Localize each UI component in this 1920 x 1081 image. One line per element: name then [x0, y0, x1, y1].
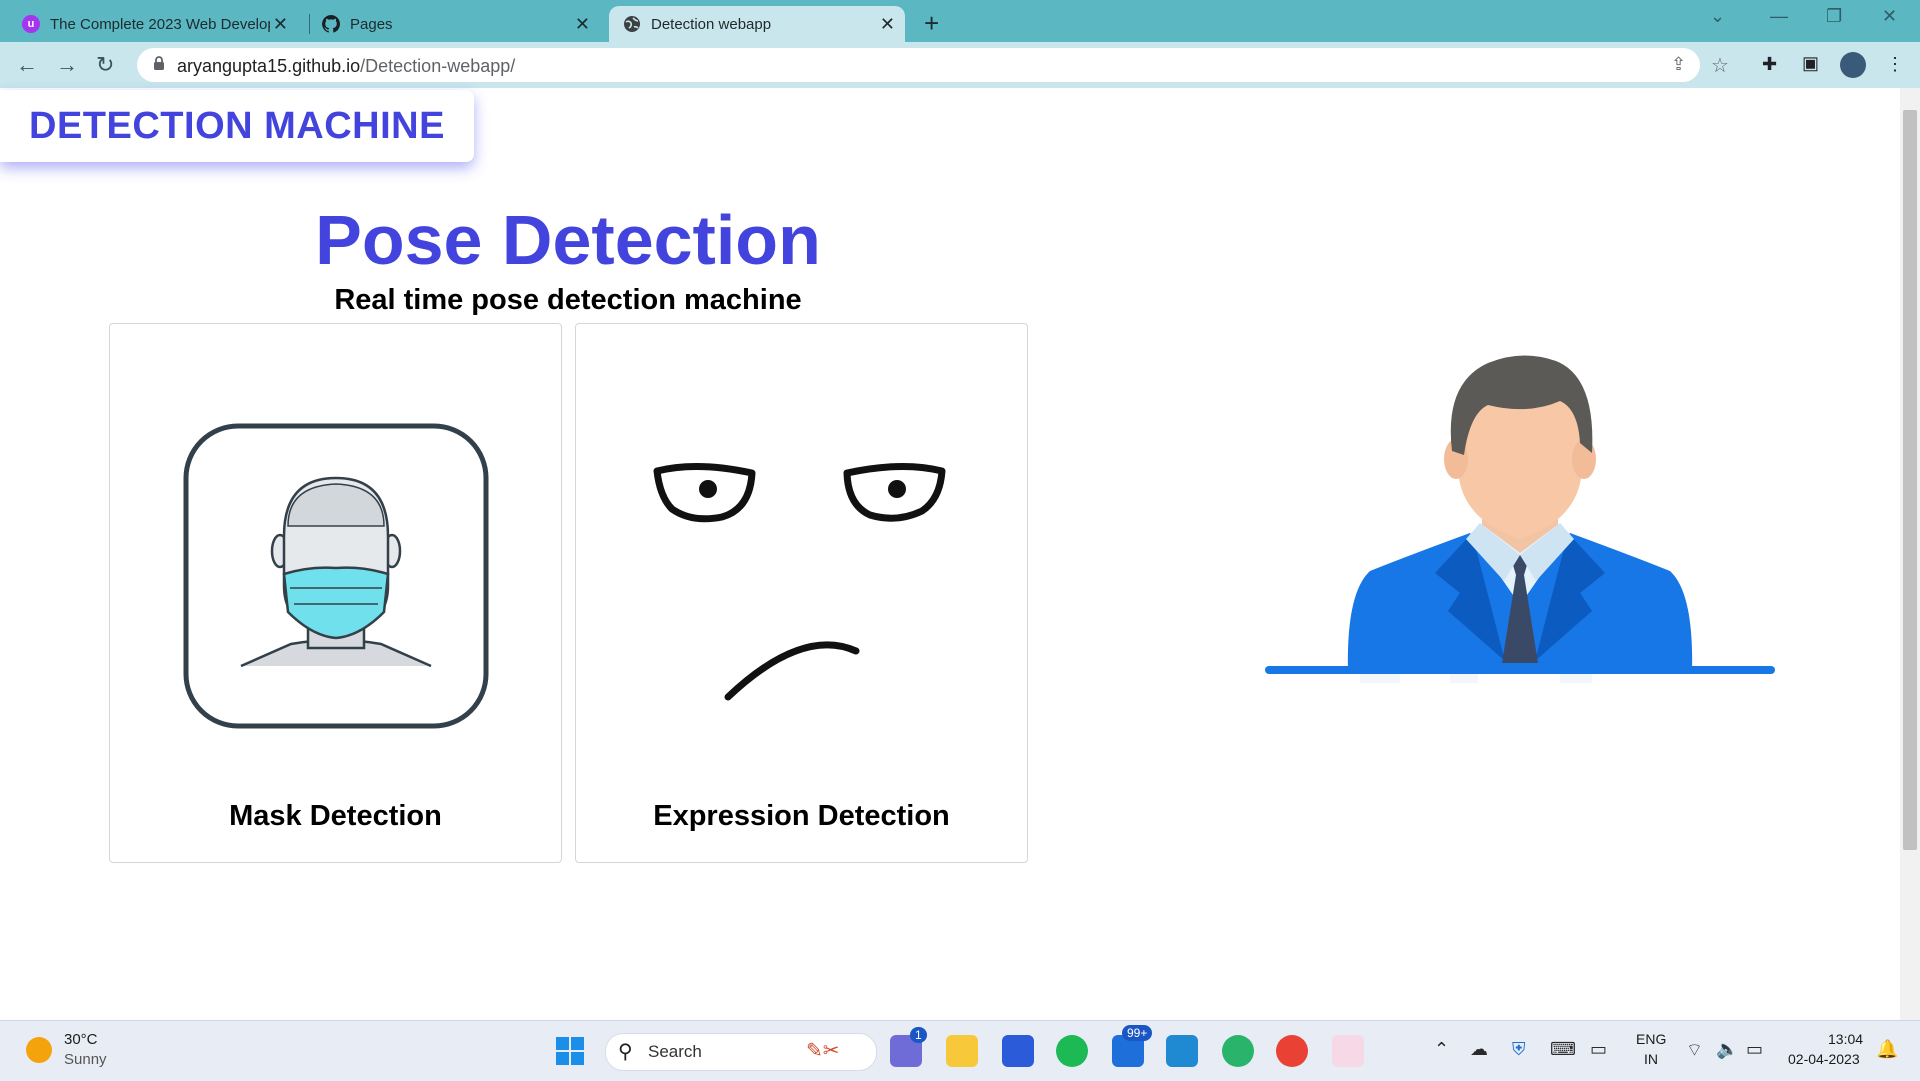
- tab-separator: [309, 14, 310, 34]
- reload-icon[interactable]: ↻: [96, 52, 114, 78]
- globe-icon: [624, 16, 640, 32]
- brand-text: DETECTION MACHINE: [29, 104, 445, 147]
- github-icon: [322, 15, 340, 33]
- page-title: Pose Detection: [315, 201, 821, 279]
- notification-bell-icon[interactable]: 🔔: [1876, 1039, 1898, 1060]
- language-code[interactable]: ENG: [1636, 1031, 1666, 1047]
- search-icon: ⚲: [618, 1041, 633, 1063]
- scrollbar-thumb[interactable]: [1903, 110, 1917, 850]
- weather-sun-icon[interactable]: [26, 1037, 52, 1063]
- brand-logo[interactable]: DETECTION MACHINE: [0, 90, 474, 162]
- chrome-icon[interactable]: [1276, 1035, 1308, 1067]
- windows-start-icon[interactable]: [555, 1036, 585, 1066]
- url-path: /Detection-webapp/: [360, 56, 516, 76]
- new-tab-icon[interactable]: +: [924, 8, 939, 39]
- card-label: Expression Detection: [653, 800, 950, 832]
- language-region: IN: [1644, 1051, 1658, 1067]
- display-icon[interactable]: ▭: [1590, 1039, 1607, 1060]
- tab-udemy[interactable]: u The Complete 2023 Web Develop ✕: [22, 6, 298, 42]
- clock-date: 02-04-2023: [1788, 1051, 1860, 1067]
- keyboard-icon[interactable]: ⌨: [1550, 1039, 1576, 1060]
- address-bar[interactable]: aryangupta15.github.io/Detection-webapp/…: [137, 48, 1729, 82]
- side-panel-icon[interactable]: ▣: [1802, 53, 1819, 74]
- mask-detection-card[interactable]: Mask Detection: [109, 323, 562, 863]
- browser-tab-strip: u The Complete 2023 Web Develop ✕ Pages …: [0, 0, 1920, 42]
- teams-badge: 1: [910, 1027, 927, 1043]
- tab-title: Pages: [350, 15, 393, 33]
- wifi-icon[interactable]: ⌔: [1686, 1039, 1703, 1062]
- restore-icon[interactable]: ❐: [1826, 6, 1842, 27]
- tab-detection-webapp[interactable]: Detection webapp ✕: [609, 6, 905, 42]
- windows-taskbar: 30°C Sunny ⚲ Search ✎✂ 1 99+ ⌃ ☁ ⛨ ⌨ ▭ E…: [0, 1020, 1920, 1081]
- tray-overflow-chevron-icon[interactable]: ⌃: [1434, 1039, 1449, 1060]
- spotify-icon[interactable]: [1056, 1035, 1088, 1067]
- share-icon[interactable]: ⇪: [1671, 54, 1686, 75]
- tab-title: The Complete 2023 Web Develop: [50, 15, 270, 33]
- card-label: Mask Detection: [229, 800, 442, 832]
- tab-close-icon[interactable]: ✕: [575, 15, 590, 33]
- microsoft-store-icon[interactable]: [1002, 1035, 1034, 1067]
- weather-temp: 30°C: [64, 1031, 98, 1048]
- profile-avatar[interactable]: [1840, 52, 1866, 78]
- tab-search-chevron-icon[interactable]: ⌄: [1710, 6, 1725, 27]
- menu-kebab-icon[interactable]: ⋮: [1886, 54, 1904, 75]
- back-icon[interactable]: ←: [16, 52, 38, 78]
- forward-icon[interactable]: →: [56, 52, 78, 78]
- skeptical-face-icon: [653, 463, 946, 701]
- weather-desc: Sunny: [64, 1051, 107, 1068]
- lock-icon: [154, 56, 164, 70]
- page-viewport: DETECTION MACHINE Pose Detection Real ti…: [0, 88, 1900, 1020]
- extensions-puzzle-icon[interactable]: ✚: [1762, 54, 1777, 75]
- search-highlight-icon: ✎✂: [806, 1040, 840, 1062]
- vscode-icon[interactable]: [1166, 1035, 1198, 1067]
- udemy-icon: u: [22, 15, 40, 33]
- tab-close-icon[interactable]: ✕: [273, 15, 288, 33]
- mail-badge: 99+: [1122, 1025, 1153, 1041]
- minimize-icon[interactable]: —: [1770, 6, 1788, 27]
- expression-detection-card[interactable]: Expression Detection: [575, 323, 1028, 863]
- edge-icon[interactable]: [1222, 1035, 1254, 1067]
- volume-icon[interactable]: 🔈: [1716, 1039, 1738, 1060]
- search-label: Search: [648, 1042, 702, 1061]
- tab-github-pages[interactable]: Pages ✕: [322, 6, 600, 42]
- window-close-icon[interactable]: ✕: [1882, 6, 1897, 27]
- mask-face-icon: [183, 423, 489, 729]
- page-subtitle: Real time pose detection machine: [334, 284, 802, 316]
- tab-close-icon[interactable]: ✕: [880, 15, 895, 33]
- businessman-illustration: [1265, 355, 1775, 683]
- browser-toolbar: ← → ↻ aryangupta15.github.io/Detection-w…: [0, 42, 1920, 88]
- url-host: aryangupta15.github.io: [177, 56, 361, 76]
- tab-title: Detection webapp: [651, 15, 772, 33]
- battery-icon[interactable]: ▭: [1746, 1039, 1763, 1060]
- taskbar-search-box[interactable]: ⚲ Search ✎✂: [605, 1033, 877, 1071]
- security-shield-icon[interactable]: ⛨: [1512, 1039, 1526, 1060]
- clock-time[interactable]: 13:04: [1828, 1031, 1863, 1047]
- snipping-tool-icon[interactable]: [1332, 1035, 1364, 1067]
- onedrive-cloud-icon[interactable]: ☁: [1470, 1039, 1488, 1060]
- bookmark-star-icon[interactable]: ☆: [1711, 53, 1729, 78]
- file-explorer-icon[interactable]: [946, 1035, 978, 1067]
- url-text: aryangupta15.github.io/Detection-webapp/: [177, 56, 515, 77]
